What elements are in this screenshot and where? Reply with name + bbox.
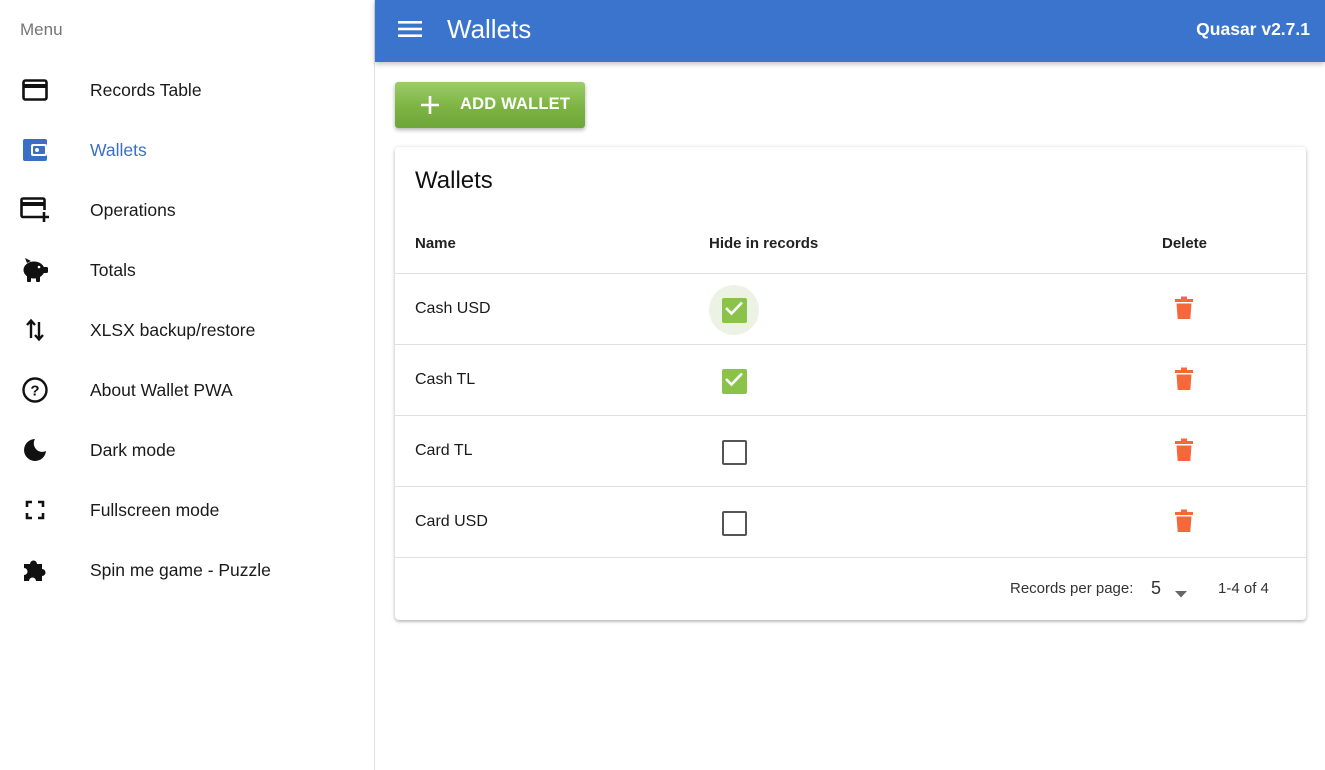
trash-icon xyxy=(1174,438,1194,467)
wallet-name: Card USD xyxy=(415,513,488,530)
rows-per-page-value: 5 xyxy=(1151,578,1162,598)
wallets-table-card: Wallets Name Hide in records Delete Cash… xyxy=(395,147,1306,620)
table-row: Card TL xyxy=(395,415,1306,486)
rows-per-page-label: Records per page: xyxy=(1010,580,1134,597)
plus-icon xyxy=(419,94,441,116)
menu-toggle-button[interactable] xyxy=(395,18,425,44)
svg-text:?: ? xyxy=(30,383,39,400)
table-row: Cash USD xyxy=(395,273,1306,344)
table-pagination: Records per page: 5 1-4 of 4 xyxy=(395,557,1306,620)
menu-item-records-table[interactable]: Records Table xyxy=(0,60,374,120)
add-wallet-button[interactable]: ADD WALLET xyxy=(395,82,585,128)
hide-in-records-checkbox[interactable] xyxy=(709,285,759,335)
version-label: Quasar v2.7.1 xyxy=(1196,19,1310,39)
delete-button[interactable] xyxy=(1170,438,1198,466)
table-title: Wallets xyxy=(415,167,493,194)
menu-item-xlsx-backup-restore[interactable]: XLSX backup/restore xyxy=(0,300,374,360)
trash-icon xyxy=(1174,296,1194,325)
wallet-name: Cash TL xyxy=(415,371,476,388)
menu-item-label: Spin me game - Puzzle xyxy=(90,560,271,580)
delete-button[interactable] xyxy=(1170,367,1198,395)
hamburger-icon xyxy=(397,19,423,44)
menu-item-label: Fullscreen mode xyxy=(90,500,220,520)
main-content: ADD WALLET Wallets Name Hide in records … xyxy=(375,62,1325,770)
menu-item-fullscreen-mode[interactable]: Fullscreen mode xyxy=(0,480,374,540)
menu-item-wallets[interactable]: Wallets xyxy=(0,120,374,180)
add-wallet-label: ADD WALLET xyxy=(460,95,571,113)
table-row: Card USD xyxy=(395,486,1306,557)
puzzle-icon xyxy=(20,557,50,583)
hide-in-records-checkbox[interactable] xyxy=(709,427,759,477)
check-icon xyxy=(724,300,744,321)
column-header-delete[interactable]: Delete xyxy=(1162,235,1207,252)
menu-item-about[interactable]: ? About Wallet PWA xyxy=(0,360,374,420)
menu-item-puzzle-game[interactable]: Spin me game - Puzzle xyxy=(0,540,374,600)
checkbox-box xyxy=(721,297,747,323)
menu-item-label: About Wallet PWA xyxy=(90,380,233,400)
hide-in-records-checkbox[interactable] xyxy=(709,498,759,548)
wallet-icon xyxy=(20,137,50,163)
checkbox-box xyxy=(721,368,747,394)
add-card-icon xyxy=(20,197,50,223)
delete-button[interactable] xyxy=(1170,296,1198,324)
navigation-drawer: Menu Records Table Wallets Operations To… xyxy=(0,0,375,770)
menu-item-totals[interactable]: Totals xyxy=(0,240,374,300)
rows-per-page-select[interactable]: 5 xyxy=(1145,575,1195,603)
column-header-name[interactable]: Name xyxy=(415,235,456,252)
drawer-header: Menu xyxy=(20,20,63,39)
caret-down-icon xyxy=(1175,585,1187,603)
wallet-name: Cash USD xyxy=(415,300,491,317)
checkbox-box xyxy=(721,439,747,465)
menu-item-label: Operations xyxy=(90,200,176,220)
check-icon xyxy=(724,371,744,392)
piggy-bank-icon xyxy=(20,257,50,283)
swap-vert-icon xyxy=(20,317,50,343)
menu-item-label: Wallets xyxy=(90,140,147,160)
menu-item-label: Records Table xyxy=(90,80,202,100)
credit-card-icon xyxy=(20,77,50,103)
delete-button[interactable] xyxy=(1170,509,1198,537)
wallet-name: Card TL xyxy=(415,442,473,459)
trash-icon xyxy=(1174,509,1194,538)
fullscreen-icon xyxy=(20,497,50,523)
menu-item-label: Totals xyxy=(90,260,136,280)
help-circle-icon: ? xyxy=(20,377,50,403)
column-header-hide[interactable]: Hide in records xyxy=(709,235,818,252)
moon-icon xyxy=(20,437,50,463)
checkbox-box xyxy=(721,510,747,536)
menu-item-label: XLSX backup/restore xyxy=(90,320,256,340)
menu-item-label: Dark mode xyxy=(90,440,176,460)
app-header: Wallets Quasar v2.7.1 xyxy=(375,0,1325,62)
pagination-range: 1-4 of 4 xyxy=(1218,580,1269,597)
menu-item-operations[interactable]: Operations xyxy=(0,180,374,240)
menu-item-dark-mode[interactable]: Dark mode xyxy=(0,420,374,480)
page-title: Wallets xyxy=(447,14,532,44)
table-row: Cash TL xyxy=(395,344,1306,415)
hide-in-records-checkbox[interactable] xyxy=(709,356,759,406)
trash-icon xyxy=(1174,367,1194,396)
